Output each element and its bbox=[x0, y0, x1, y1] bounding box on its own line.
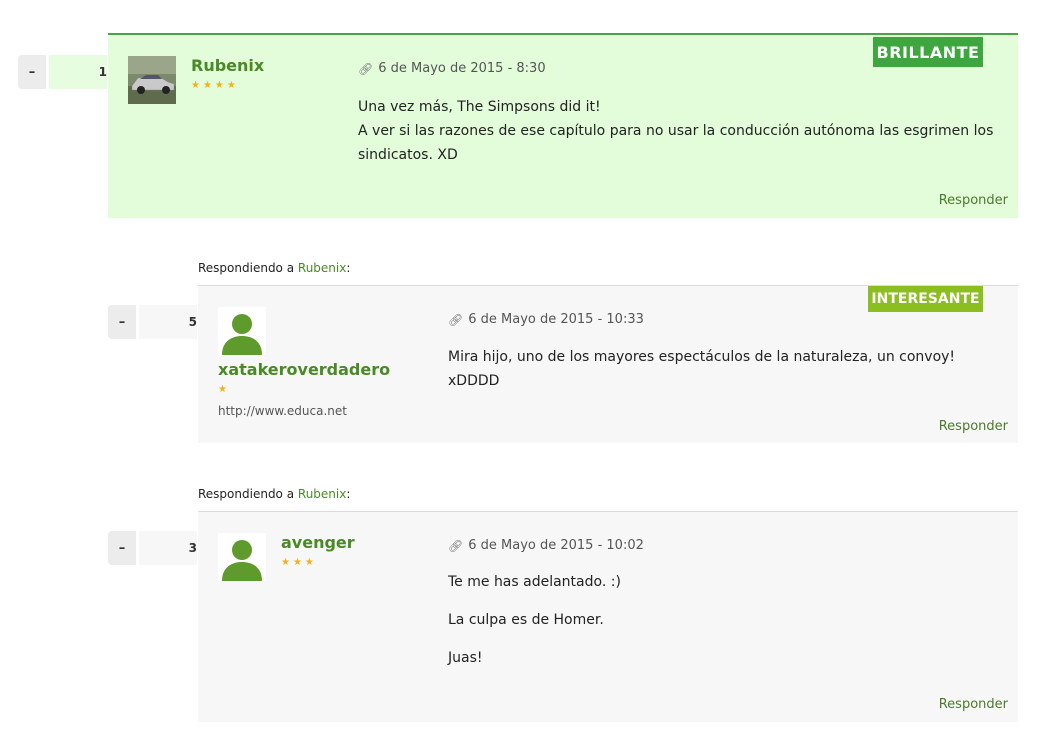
car-photo-avatar[interactable] bbox=[128, 56, 176, 104]
comment-paragraph: Te me has adelantado. :) bbox=[448, 574, 621, 590]
author-website-link[interactable]: http://www.educa.net bbox=[218, 404, 347, 418]
author-rating-stars: ★★★ bbox=[281, 557, 317, 568]
comment-permalink[interactable]: 🔗︎ 6 de Mayo de 2015 - 8:30 bbox=[358, 61, 546, 76]
vote-count: 5 bbox=[139, 305, 197, 339]
comment-line: Mira hijo, uno de los mayores espectácul… bbox=[448, 349, 956, 389]
user-silhouette-icon[interactable] bbox=[218, 533, 266, 581]
vote-down-button[interactable]: – bbox=[108, 531, 136, 565]
author-rating-stars: ★★★★ bbox=[191, 80, 239, 91]
comment-permalink[interactable]: 🔗︎ 6 de Mayo de 2015 - 10:02 bbox=[448, 538, 644, 553]
replying-to-label: Respondiendo a Rubenix: bbox=[198, 487, 350, 501]
vote-count: 1 bbox=[49, 55, 107, 89]
comment-paragraph: La culpa es de Homer. bbox=[448, 612, 604, 628]
replying-suffix: : bbox=[346, 261, 351, 275]
reply-button[interactable]: Responder bbox=[939, 193, 1008, 208]
comment-author[interactable]: avenger bbox=[281, 533, 355, 552]
replying-prefix: Respondiendo a bbox=[198, 261, 295, 275]
link-icon: 🔗︎ bbox=[448, 312, 464, 327]
reply-button[interactable]: Responder bbox=[939, 419, 1008, 434]
replying-to-label: Respondiendo a Rubenix: bbox=[198, 261, 350, 275]
badge-brillante: BRILLANTE bbox=[873, 37, 983, 67]
comment-date: 6 de Mayo de 2015 - 10:02 bbox=[468, 538, 644, 553]
comment-date: 6 de Mayo de 2015 - 8:30 bbox=[378, 61, 546, 76]
user-silhouette-icon[interactable] bbox=[218, 307, 266, 355]
comment-line: Una vez más, The Simpsons did it! bbox=[358, 99, 601, 115]
vote-down-button[interactable]: – bbox=[108, 305, 136, 339]
comment-line: A ver si las razones de ese capítulo par… bbox=[358, 123, 994, 163]
comment-body: Te me has adelantado. :) La culpa es de … bbox=[448, 570, 988, 670]
badge-interesante: INTERESANTE bbox=[868, 286, 983, 312]
author-rating-stars: ★ bbox=[218, 384, 230, 395]
comment-card: INTERESANTE xatakeroverdadero ★ http://w… bbox=[198, 285, 1018, 443]
vote-control: – 5 bbox=[108, 305, 200, 339]
link-icon: 🔗︎ bbox=[448, 538, 464, 553]
comment-permalink[interactable]: 🔗︎ 6 de Mayo de 2015 - 10:33 bbox=[448, 312, 644, 327]
replying-prefix: Respondiendo a bbox=[198, 487, 295, 501]
comment-date: 6 de Mayo de 2015 - 10:33 bbox=[468, 312, 644, 327]
comment-body: Una vez más, The Simpsons did it! A ver … bbox=[358, 95, 998, 167]
vote-control: – 1 bbox=[18, 55, 110, 89]
comment-body: Mira hijo, uno de los mayores espectácul… bbox=[448, 345, 988, 393]
vote-control: – 3 bbox=[108, 531, 200, 565]
reply-button[interactable]: Responder bbox=[939, 697, 1008, 712]
vote-down-button[interactable]: – bbox=[18, 55, 46, 89]
replying-to-link[interactable]: Rubenix bbox=[298, 261, 346, 275]
comment-card: BRILLANTE Rubenix ★★★★ 🔗︎ 6 de Mayo de 2… bbox=[108, 33, 1018, 218]
link-icon: 🔗︎ bbox=[358, 61, 374, 76]
replying-to-link[interactable]: Rubenix bbox=[298, 487, 346, 501]
comment-card: avenger ★★★ 🔗︎ 6 de Mayo de 2015 - 10:02… bbox=[198, 511, 1018, 722]
comment-author[interactable]: Rubenix bbox=[191, 56, 264, 75]
comment-author[interactable]: xatakeroverdadero bbox=[218, 360, 390, 379]
comment-paragraph: Juas! bbox=[448, 650, 483, 666]
vote-count: 3 bbox=[139, 531, 197, 565]
replying-suffix: : bbox=[346, 487, 351, 501]
